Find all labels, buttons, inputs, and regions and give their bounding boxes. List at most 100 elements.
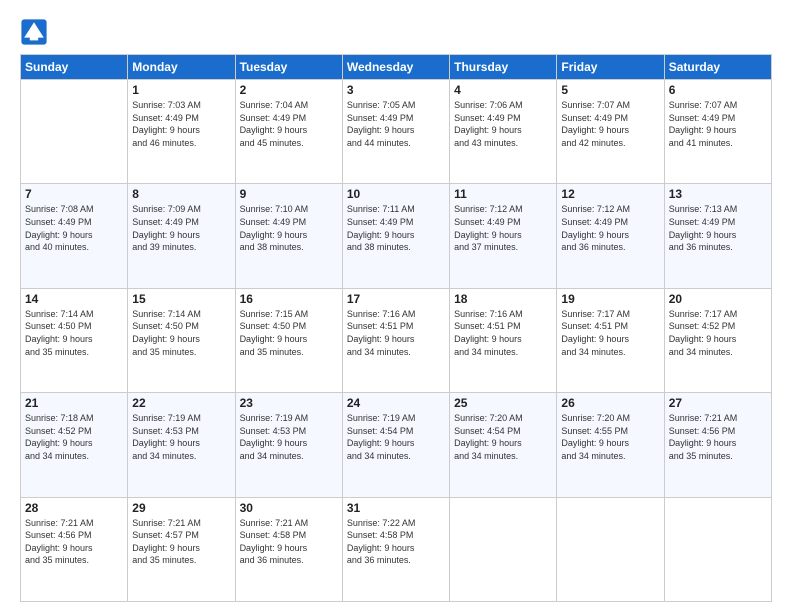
day-info: Sunrise: 7:20 AM Sunset: 4:55 PM Dayligh… [561, 412, 659, 462]
calendar-cell: 29Sunrise: 7:21 AM Sunset: 4:57 PM Dayli… [128, 497, 235, 601]
day-number: 14 [25, 292, 123, 306]
calendar-day-header: Wednesday [342, 55, 449, 80]
day-info: Sunrise: 7:19 AM Sunset: 4:54 PM Dayligh… [347, 412, 445, 462]
calendar-header-row: SundayMondayTuesdayWednesdayThursdayFrid… [21, 55, 772, 80]
day-info: Sunrise: 7:10 AM Sunset: 4:49 PM Dayligh… [240, 203, 338, 253]
day-number: 4 [454, 83, 552, 97]
calendar-table: SundayMondayTuesdayWednesdayThursdayFrid… [20, 54, 772, 602]
day-number: 21 [25, 396, 123, 410]
calendar-cell [450, 497, 557, 601]
day-info: Sunrise: 7:07 AM Sunset: 4:49 PM Dayligh… [669, 99, 767, 149]
calendar-cell: 14 Sunrise: 7:14 AM Sunset: 4:50 PM Dayli… [21, 288, 128, 392]
calendar-cell: 5 Sunrise: 7:07 AM Sunset: 4:49 PM Daylig… [557, 80, 664, 184]
day-number: 12 [561, 187, 659, 201]
calendar-week-row: 7 Sunrise: 7:08 AM Sunset: 4:49 PM Daylig… [21, 184, 772, 288]
day-info: Sunrise: 7:14 AM Sunset: 4:50 PM Dayligh… [25, 308, 123, 358]
day-info: Sunrise: 7:16 AM Sunset: 4:51 PM Dayligh… [454, 308, 552, 358]
day-info: Sunrise: 7:09 AM Sunset: 4:49 PM Dayligh… [132, 203, 230, 253]
day-number: 28 [25, 501, 123, 515]
calendar-cell: 25 Sunrise: 7:20 AM Sunset: 4:54 PM Dayli… [450, 393, 557, 497]
day-info: Sunrise: 7:21 AM Sunset: 4:56 PM Dayligh… [25, 517, 123, 567]
calendar-cell [557, 497, 664, 601]
day-info: Sunrise: 7:05 AM Sunset: 4:49 PM Dayligh… [347, 99, 445, 149]
calendar-cell: 28 Sunrise: 7:21 AM Sunset: 4:56 PM Dayli… [21, 497, 128, 601]
day-number: 18 [454, 292, 552, 306]
calendar-day-header: Saturday [664, 55, 771, 80]
day-number: 13 [669, 187, 767, 201]
day-info: Sunrise: 7:11 AM Sunset: 4:49 PM Dayligh… [347, 203, 445, 253]
day-info: Sunrise: 7:16 AM Sunset: 4:51 PM Dayligh… [347, 308, 445, 358]
day-number: 7 [25, 187, 123, 201]
calendar-cell: 4 Sunrise: 7:06 AM Sunset: 4:49 PM Daylig… [450, 80, 557, 184]
calendar-cell [664, 497, 771, 601]
calendar-cell: 6Sunrise: 7:07 AM Sunset: 4:49 PM Daylig… [664, 80, 771, 184]
calendar-cell: 30 Sunrise: 7:21 AM Sunset: 4:58 PM Dayli… [235, 497, 342, 601]
day-info: Sunrise: 7:19 AM Sunset: 4:53 PM Dayligh… [240, 412, 338, 462]
page: SundayMondayTuesdayWednesdayThursdayFrid… [0, 0, 792, 612]
day-info: Sunrise: 7:21 AM Sunset: 4:57 PM Dayligh… [132, 517, 230, 567]
day-info: Sunrise: 7:21 AM Sunset: 4:58 PM Dayligh… [240, 517, 338, 567]
day-info: Sunrise: 7:06 AM Sunset: 4:49 PM Dayligh… [454, 99, 552, 149]
calendar-cell: 16 Sunrise: 7:15 AM Sunset: 4:50 PM Dayli… [235, 288, 342, 392]
day-number: 27 [669, 396, 767, 410]
day-info: Sunrise: 7:12 AM Sunset: 4:49 PM Dayligh… [561, 203, 659, 253]
day-info: Sunrise: 7:21 AM Sunset: 4:56 PM Dayligh… [669, 412, 767, 462]
calendar-cell: 27 Sunrise: 7:21 AM Sunset: 4:56 PM Dayli… [664, 393, 771, 497]
calendar-day-header: Sunday [21, 55, 128, 80]
calendar-cell: 26 Sunrise: 7:20 AM Sunset: 4:55 PM Dayli… [557, 393, 664, 497]
calendar-cell: 20 Sunrise: 7:17 AM Sunset: 4:52 PM Dayli… [664, 288, 771, 392]
day-info: Sunrise: 7:15 AM Sunset: 4:50 PM Dayligh… [240, 308, 338, 358]
day-number: 1 [132, 83, 230, 97]
day-number: 30 [240, 501, 338, 515]
day-number: 25 [454, 396, 552, 410]
day-number: 8 [132, 187, 230, 201]
calendar-cell: 2Sunrise: 7:04 AM Sunset: 4:49 PM Daylig… [235, 80, 342, 184]
day-number: 9 [240, 187, 338, 201]
day-number: 15 [132, 292, 230, 306]
calendar-cell: 3Sunrise: 7:05 AM Sunset: 4:49 PM Daylig… [342, 80, 449, 184]
calendar-cell: 13 Sunrise: 7:13 AM Sunset: 4:49 PM Dayli… [664, 184, 771, 288]
day-info: Sunrise: 7:12 AM Sunset: 4:49 PM Dayligh… [454, 203, 552, 253]
day-number: 5 [561, 83, 659, 97]
day-info: Sunrise: 7:19 AM Sunset: 4:53 PM Dayligh… [132, 412, 230, 462]
logo [20, 18, 52, 46]
logo-icon [20, 18, 48, 46]
calendar-cell: 19Sunrise: 7:17 AM Sunset: 4:51 PM Dayli… [557, 288, 664, 392]
day-number: 11 [454, 187, 552, 201]
calendar-cell: 15Sunrise: 7:14 AM Sunset: 4:50 PM Dayli… [128, 288, 235, 392]
day-info: Sunrise: 7:20 AM Sunset: 4:54 PM Dayligh… [454, 412, 552, 462]
day-number: 17 [347, 292, 445, 306]
day-info: Sunrise: 7:17 AM Sunset: 4:52 PM Dayligh… [669, 308, 767, 358]
day-number: 23 [240, 396, 338, 410]
calendar-day-header: Friday [557, 55, 664, 80]
calendar-day-header: Monday [128, 55, 235, 80]
calendar-cell: 17 Sunrise: 7:16 AM Sunset: 4:51 PM Dayli… [342, 288, 449, 392]
calendar-cell: 21 Sunrise: 7:18 AM Sunset: 4:52 PM Dayli… [21, 393, 128, 497]
calendar-week-row: 14 Sunrise: 7:14 AM Sunset: 4:50 PM Dayli… [21, 288, 772, 392]
calendar-week-row: 1 Sunrise: 7:03 AM Sunset: 4:49 PM Daylig… [21, 80, 772, 184]
day-number: 16 [240, 292, 338, 306]
day-info: Sunrise: 7:03 AM Sunset: 4:49 PM Dayligh… [132, 99, 230, 149]
day-number: 24 [347, 396, 445, 410]
calendar-cell: 9 Sunrise: 7:10 AM Sunset: 4:49 PM Daylig… [235, 184, 342, 288]
calendar-week-row: 28 Sunrise: 7:21 AM Sunset: 4:56 PM Dayli… [21, 497, 772, 601]
calendar-cell: 11 Sunrise: 7:12 AM Sunset: 4:49 PM Dayli… [450, 184, 557, 288]
calendar-cell: 24 Sunrise: 7:19 AM Sunset: 4:54 PM Dayli… [342, 393, 449, 497]
day-info: Sunrise: 7:13 AM Sunset: 4:49 PM Dayligh… [669, 203, 767, 253]
header [20, 18, 772, 46]
day-number: 26 [561, 396, 659, 410]
day-number: 2 [240, 83, 338, 97]
day-info: Sunrise: 7:22 AM Sunset: 4:58 PM Dayligh… [347, 517, 445, 567]
day-info: Sunrise: 7:07 AM Sunset: 4:49 PM Dayligh… [561, 99, 659, 149]
calendar-cell [21, 80, 128, 184]
calendar-week-row: 21 Sunrise: 7:18 AM Sunset: 4:52 PM Dayli… [21, 393, 772, 497]
calendar-cell: 18 Sunrise: 7:16 AM Sunset: 4:51 PM Dayli… [450, 288, 557, 392]
day-number: 22 [132, 396, 230, 410]
day-number: 10 [347, 187, 445, 201]
calendar-cell: 12 Sunrise: 7:12 AM Sunset: 4:49 PM Dayli… [557, 184, 664, 288]
day-info: Sunrise: 7:08 AM Sunset: 4:49 PM Dayligh… [25, 203, 123, 253]
day-number: 20 [669, 292, 767, 306]
calendar-cell: 31Sunrise: 7:22 AM Sunset: 4:58 PM Dayli… [342, 497, 449, 601]
calendar-day-header: Tuesday [235, 55, 342, 80]
day-info: Sunrise: 7:18 AM Sunset: 4:52 PM Dayligh… [25, 412, 123, 462]
